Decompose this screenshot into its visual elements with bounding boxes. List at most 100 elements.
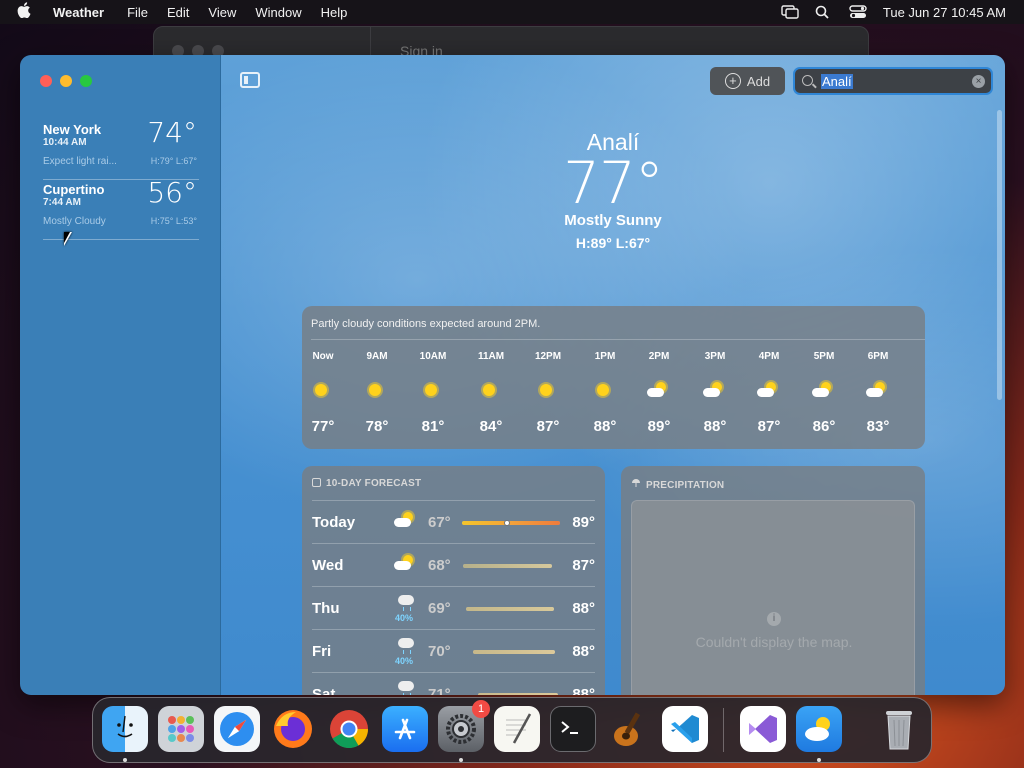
hour-temp: 77°: [311, 418, 335, 435]
menu-bar-clock[interactable]: Tue Jun 27 10:45 AM: [883, 5, 1006, 20]
clear-search-icon[interactable]: ×: [972, 75, 985, 88]
current-high-low: H:89° L:67°: [575, 235, 651, 251]
hourly-summary: Partly cloudy conditions expected around…: [311, 318, 541, 330]
dock-running-indicator: [817, 758, 821, 762]
dock-firefox-icon[interactable]: [270, 706, 316, 752]
sun-icon: [466, 381, 516, 403]
temperature-range-bar: [478, 693, 558, 695]
plus-circle-icon: +: [724, 73, 741, 89]
menu-window[interactable]: Window: [255, 5, 301, 20]
city-high-low: H:75° L:53°: [150, 216, 197, 226]
forecast-day-name: Today: [312, 514, 356, 531]
apple-logo-icon[interactable]: [17, 2, 39, 22]
dock-chrome-icon[interactable]: [326, 706, 372, 752]
dock: 1: [92, 697, 932, 763]
dock-launchpad-icon[interactable]: [158, 706, 204, 752]
window-controls: [40, 75, 92, 87]
city-row-new-york[interactable]: New York 10:44 AM 74° Expect light rai..…: [43, 116, 199, 180]
city-condition: Expect light rai...: [43, 156, 117, 167]
umbrella-icon: [631, 478, 641, 491]
menu-file[interactable]: File: [127, 5, 148, 20]
precipitation-map[interactable]: i Couldn't display the map.: [631, 500, 915, 695]
dock-visual-studio-icon[interactable]: [740, 706, 786, 752]
forecast-day-row[interactable]: Wed 68° 87°: [312, 544, 595, 587]
forecast-high: 88°: [572, 643, 595, 660]
calendar-icon: [312, 478, 321, 487]
forecast-low: 68°: [428, 557, 451, 574]
dock-system-settings-icon[interactable]: 1: [438, 700, 490, 752]
hour-temp: 87°: [757, 418, 781, 435]
forecast-high: 87°: [572, 557, 595, 574]
search-input-value[interactable]: Analí: [821, 74, 853, 89]
hour-label: Now: [312, 351, 334, 362]
forecast-low: 67°: [428, 514, 451, 531]
add-location-button[interactable]: + Add: [710, 67, 785, 95]
hour-label: 11AM: [477, 351, 505, 362]
city-temp: 74°: [147, 116, 197, 149]
hour-label: 10AM: [419, 351, 447, 362]
menu-edit[interactable]: Edit: [167, 5, 189, 20]
zoom-window-button[interactable]: [80, 75, 92, 87]
precip-chance: 40%: [394, 613, 413, 623]
hour-column: Now 77°: [302, 351, 348, 435]
menu-help[interactable]: Help: [321, 5, 348, 20]
partly-cloudy-icon: [690, 381, 740, 403]
search-field[interactable]: Analí ×: [793, 67, 993, 95]
dock-finder-icon[interactable]: [102, 706, 148, 752]
hour-temp: 81°: [421, 418, 445, 435]
temperature-range-bar: [462, 520, 560, 526]
hour-temp: 88°: [703, 418, 727, 435]
menu-app-weather[interactable]: Weather: [53, 5, 104, 20]
menu-view[interactable]: View: [208, 5, 236, 20]
hour-temp: 84°: [479, 418, 503, 435]
forecast-day-name: Sat: [312, 686, 336, 695]
dock-terminal-icon[interactable]: [550, 706, 596, 752]
control-center-icon[interactable]: [849, 5, 867, 19]
screen-mirroring-icon[interactable]: [781, 5, 799, 19]
hour-temp: 83°: [866, 418, 890, 435]
city-high-low: H:79° L:67°: [150, 156, 197, 166]
sun-icon: [302, 381, 348, 403]
dock-app-store-icon[interactable]: [382, 706, 428, 752]
hour-temp: 86°: [812, 418, 836, 435]
info-icon: i: [767, 612, 781, 626]
precipitation-card-title: PRECIPITATION: [631, 478, 724, 491]
hour-column: 5PM 86°: [799, 351, 849, 435]
forecast-day-row[interactable]: Fri 40% 70° 88°: [312, 630, 595, 673]
hourly-forecast-card[interactable]: Partly cloudy conditions expected around…: [302, 306, 925, 449]
precipitation-card[interactable]: PRECIPITATION i Couldn't display the map…: [621, 466, 925, 695]
dock-weather-icon[interactable]: [796, 706, 842, 752]
city-name: Cupertino: [43, 182, 105, 197]
temperature-range-bar: [473, 650, 555, 654]
main-scrollbar[interactable]: [997, 110, 1002, 400]
hour-column: 4PM 87°: [744, 351, 794, 435]
hour-column: 3PM 88°: [690, 351, 740, 435]
dock-safari-icon[interactable]: [214, 706, 260, 752]
menu-bar: Weather File Edit View Window Help Tue J…: [0, 0, 1024, 24]
hour-label: 3PM: [704, 351, 726, 362]
forecast-day-row[interactable]: Thu 40% 69° 88°: [312, 587, 595, 630]
map-error-message: Couldn't display the map.: [695, 634, 853, 650]
city-name: New York: [43, 122, 102, 137]
temperature-range-bar: [466, 607, 554, 611]
city-time: 10:44 AM: [43, 137, 87, 148]
forecast-day-row[interactable]: Sat 71° 88°: [312, 673, 595, 695]
dock-vscode-icon[interactable]: [662, 706, 708, 752]
forecast-day-row[interactable]: Today 67° 89°: [312, 501, 595, 544]
sidebar-toggle-icon[interactable]: [240, 72, 260, 88]
hour-column: 9AM 78°: [352, 351, 402, 435]
sun-icon: [352, 381, 402, 403]
hour-label: 1PM: [594, 351, 616, 362]
minimize-window-button[interactable]: [60, 75, 72, 87]
partly-cloudy-icon: [744, 381, 794, 403]
rain-icon: [390, 679, 418, 695]
dock-trash-icon[interactable]: [876, 706, 922, 752]
ten-day-forecast-card[interactable]: 10-DAY FORECAST Today 67° 89° Wed 68° 87° Thu 4…: [302, 466, 605, 695]
hour-label: 12PM: [534, 351, 562, 362]
close-window-button[interactable]: [40, 75, 52, 87]
spotlight-search-icon[interactable]: [815, 5, 833, 19]
dock-textedit-icon[interactable]: [494, 706, 540, 752]
dock-garageband-icon[interactable]: [606, 706, 652, 752]
forecast-high: 89°: [572, 514, 595, 531]
city-time: 7:44 AM: [43, 197, 81, 208]
